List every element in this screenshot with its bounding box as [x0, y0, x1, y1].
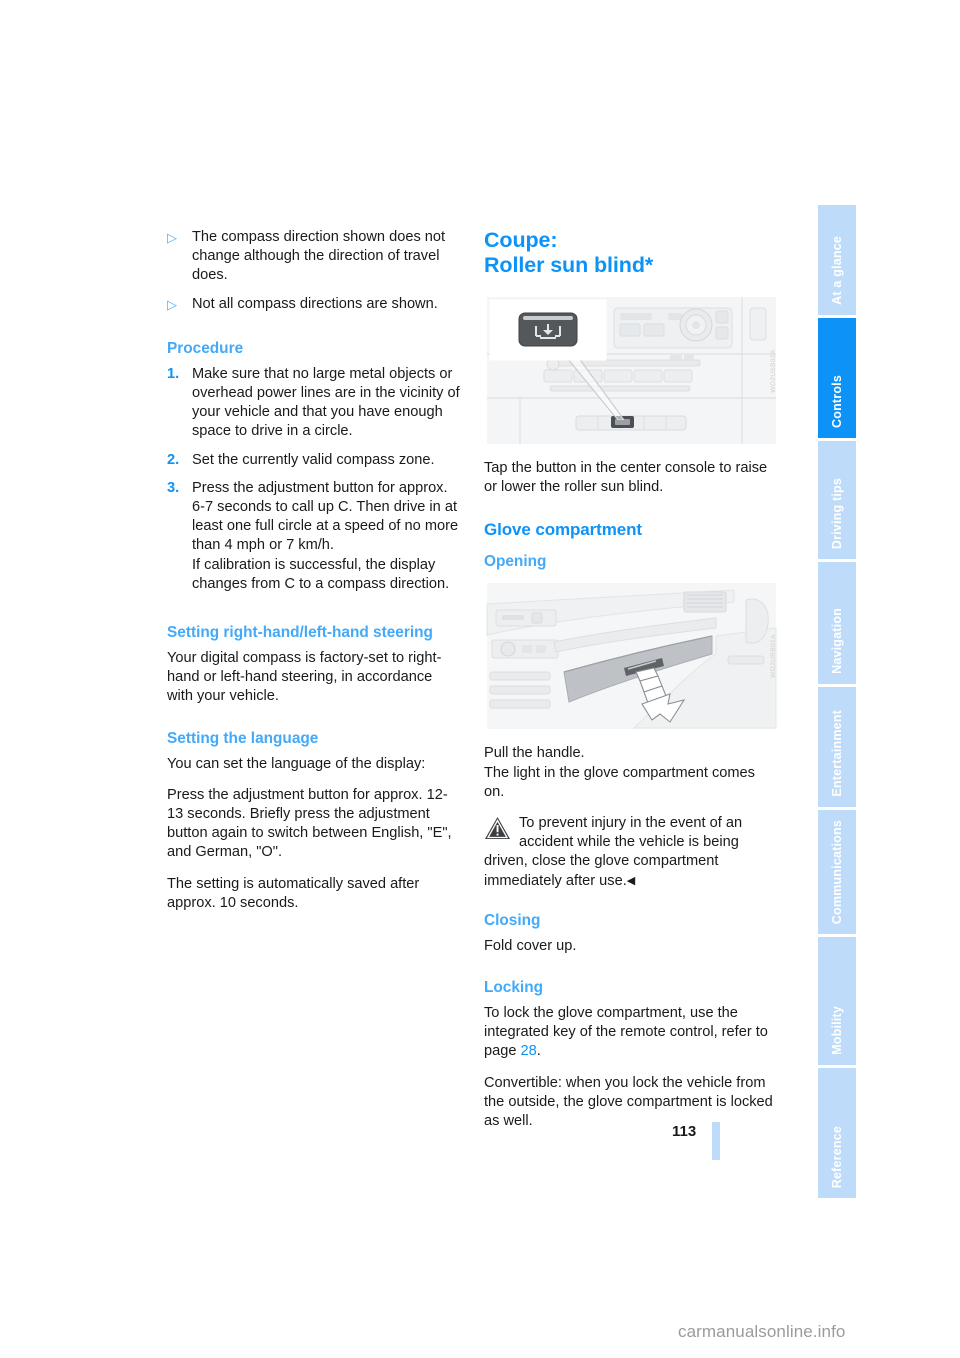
page-number: 113: [672, 1123, 697, 1140]
list-item: 2. Set the currently valid compass zone.: [167, 451, 462, 470]
sidebar-tab-entertainment[interactable]: Entertainment: [818, 687, 856, 807]
triangle-bullet-icon: ▷: [167, 230, 177, 245]
language-intro-paragraph: You can set the language of the display:: [167, 755, 426, 772]
heading-steering-setting: Setting right-hand/left-hand steering: [167, 624, 433, 642]
right-text-column: Coupe: Roller sun blind* WO2USB02A Tap t…: [484, 228, 779, 1131]
heading-procedure: Procedure: [167, 339, 244, 357]
step-text: Make sure that no large metal objects or…: [192, 365, 460, 440]
tab-label: Navigation: [830, 608, 844, 674]
heading-language-setting: Setting the language: [167, 729, 319, 747]
page-title-line-1: Coupe:: [484, 228, 558, 252]
figure-glove-compartment: WO2URB01A: [484, 580, 779, 733]
bullet-text: The compass direction shown does not cha…: [192, 229, 446, 284]
console-caption: Tap the button in the center console to …: [484, 460, 768, 496]
steering-paragraph: Your digital compass is factory-set to r…: [167, 650, 442, 705]
warning-text: To prevent injury in the event of an acc…: [484, 814, 779, 891]
locking-paragraph-1: To lock the glove compartment, use the i…: [484, 1004, 779, 1062]
left-text-column: ▷ The compass direction shown does not c…: [167, 228, 462, 913]
step-number: 2.: [167, 451, 180, 468]
page-reference-link[interactable]: 28: [521, 1043, 537, 1059]
glove-compartment-illustration: [484, 580, 779, 733]
page-number-bar: [712, 1122, 720, 1160]
locking-paragraph-2: Convertible: when you lock the vehicle f…: [484, 1074, 773, 1130]
tab-label: Driving tips: [830, 477, 844, 549]
language-paragraph-1: Press the adjustment button for approx. …: [167, 786, 452, 861]
bullet-text: Not all compass directions are shown.: [192, 295, 438, 312]
tab-label: At a glance: [830, 236, 844, 305]
heading-closing: Closing: [484, 911, 541, 929]
step-text: Set the currently valid compass zone.: [192, 451, 435, 468]
locking-text-after: .: [536, 1043, 541, 1060]
warning-text-body: To prevent injury in the event of an acc…: [484, 815, 743, 889]
center-console-illustration: [484, 294, 779, 447]
open-line-1: Pull the handle.: [484, 745, 585, 762]
heading-opening: Opening: [484, 553, 547, 571]
list-item: 3. Press the adjustment button for appro…: [167, 479, 462, 594]
sidebar-tab-mobility[interactable]: Mobility: [818, 937, 856, 1065]
figure-id-code: WO2USB02A: [770, 348, 777, 393]
tab-label: Controls: [830, 375, 844, 428]
heading-glove-compartment: Glove compartment: [484, 520, 642, 540]
warning-end-marker: ◀: [626, 874, 636, 887]
language-paragraph-2: The setting is automatically saved after…: [167, 875, 420, 911]
page-title-line-2: Roller sun blind*: [484, 253, 654, 277]
figure-center-console: WO2USB02A: [484, 294, 779, 447]
triangle-bullet-icon: ▷: [167, 296, 177, 312]
list-item: ▷ Not all compass directions are shown.: [167, 295, 462, 314]
heading-locking: Locking: [484, 979, 543, 997]
tab-label: Reference: [830, 1125, 844, 1188]
chapter-tab-strip[interactable]: At a glance Controls Driving tips Naviga…: [818, 205, 856, 1198]
step-text: Press the adjustment button for approx. …: [192, 479, 459, 592]
list-item: ▷ The compass direction shown does not c…: [167, 228, 462, 286]
site-watermark: carmanualsonline.info: [678, 1322, 846, 1341]
sidebar-tab-controls[interactable]: Controls: [818, 318, 856, 438]
figure-id-code: WO2URB01A: [770, 634, 777, 679]
step-number: 1.: [167, 365, 180, 382]
tab-label: Communications: [830, 819, 844, 924]
sidebar-tab-reference[interactable]: Reference: [818, 1068, 856, 1198]
tab-label: Mobility: [830, 1006, 844, 1055]
manual-page: At a glance Controls Driving tips Naviga…: [0, 0, 960, 1358]
warning-triangle-icon: [485, 817, 510, 840]
step-number: 3.: [167, 479, 180, 496]
list-item: 1. Make sure that no large metal objects…: [167, 365, 462, 442]
sidebar-tab-navigation[interactable]: Navigation: [818, 562, 856, 684]
closing-paragraph: Fold cover up.: [484, 937, 577, 954]
sidebar-tab-communications[interactable]: Communications: [818, 810, 856, 934]
tab-label: Entertainment: [830, 710, 844, 797]
open-line-2: The light in the glove compartment comes…: [484, 764, 755, 800]
warning-notice: To prevent injury in the event of an acc…: [484, 814, 779, 891]
sidebar-tab-at-a-glance[interactable]: At a glance: [818, 205, 856, 315]
sidebar-tab-driving-tips[interactable]: Driving tips: [818, 441, 856, 559]
